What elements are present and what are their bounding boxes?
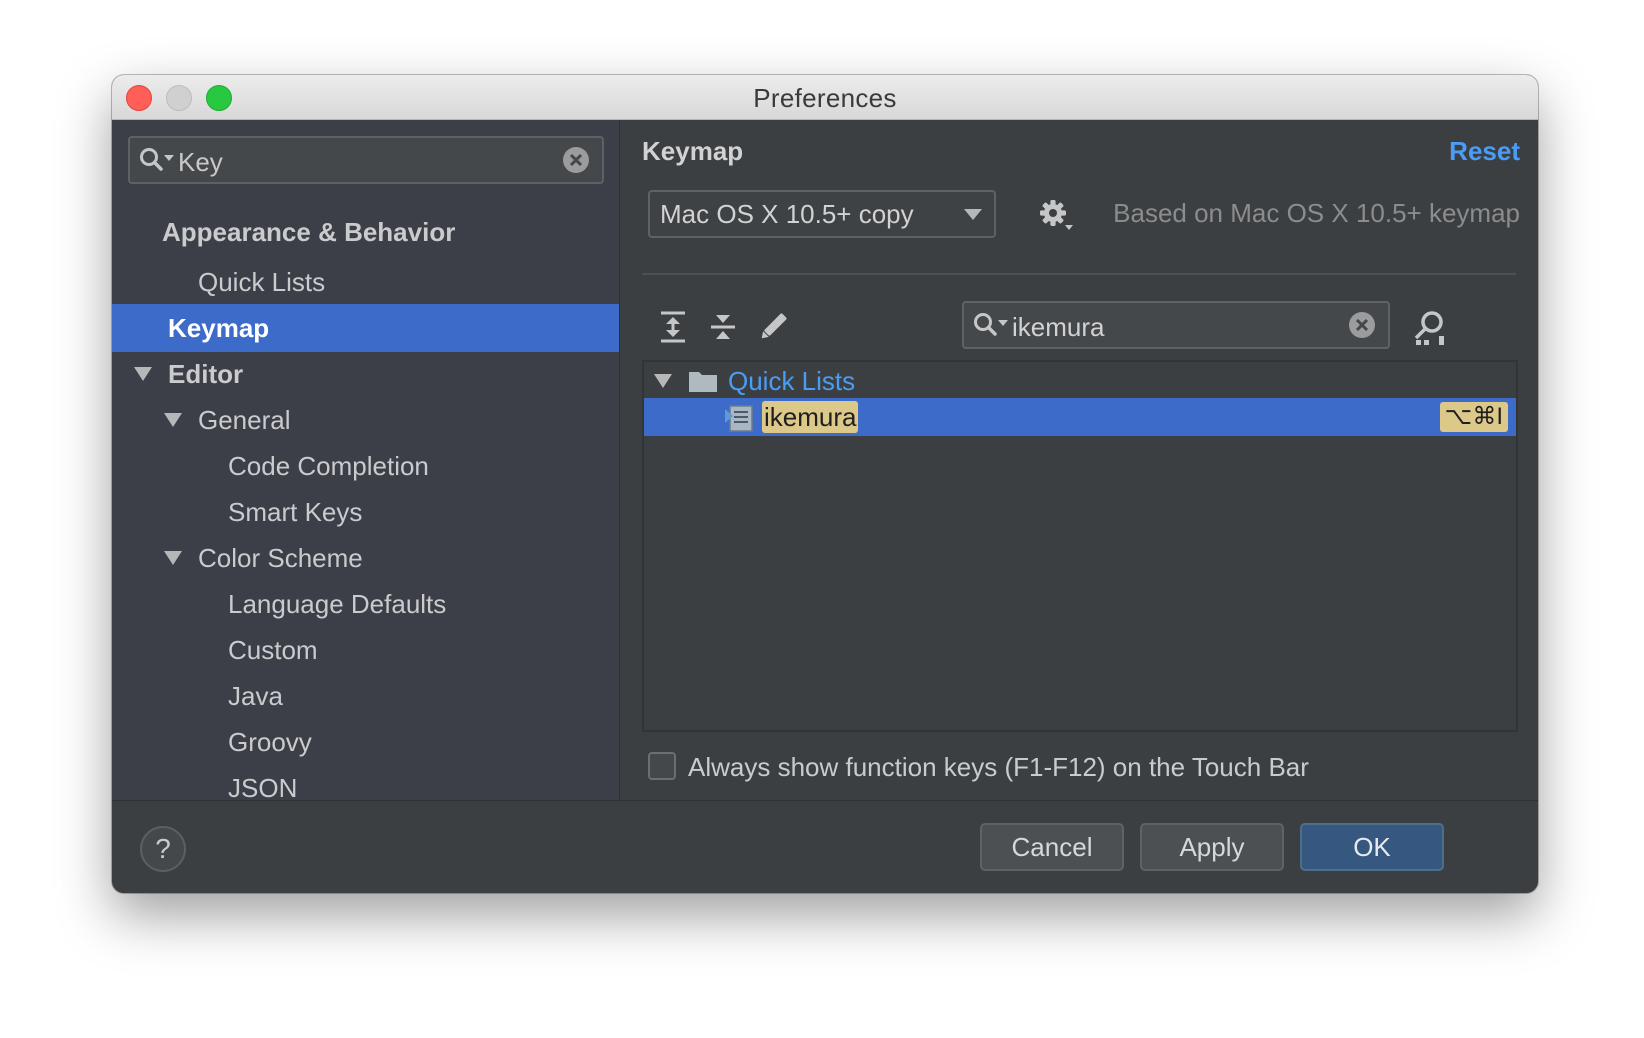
gear-icon[interactable] [1038,198,1074,232]
search-icon[interactable] [138,146,176,174]
nav-code-completion[interactable]: Code Completion [112,442,619,490]
expand-arrow-icon[interactable] [164,551,182,565]
nav-label: Appearance & Behavior [162,217,456,247]
nav-custom[interactable]: Custom [112,626,619,674]
quick-list-icon [725,405,753,432]
expand-arrow-icon[interactable] [164,413,182,427]
nav-java[interactable]: Java [112,672,619,720]
nav-general[interactable]: General [112,396,619,444]
nav-label: Keymap [168,313,270,343]
based-on-text: Based on Mac OS X 10.5+ keymap [1113,198,1520,228]
nav-label: Code Completion [228,451,429,481]
tree-folder-label: Quick Lists [728,366,856,396]
nav-label: Custom [228,635,318,665]
clear-search-icon[interactable] [562,146,590,174]
edit-pencil-icon[interactable] [756,310,790,344]
apply-button[interactable]: Apply [1140,823,1284,871]
nav-appearance-behavior[interactable]: Appearance & Behavior [112,208,619,256]
settings-sidebar: Appearance & Behavior Quick Lists Keymap… [112,120,620,800]
nav-label: JSON [228,773,298,800]
nav-label: Editor [168,359,244,389]
clear-filter-icon[interactable] [1348,311,1376,339]
nav-label: Groovy [228,727,312,757]
nav-editor[interactable]: Editor [112,350,619,398]
expand-arrow-icon[interactable] [134,367,152,381]
nav-label: Language Defaults [228,589,447,619]
title-bar[interactable]: Preferences [112,75,1538,120]
keymap-filter-box[interactable] [962,301,1390,349]
nav-language-defaults[interactable]: Language Defaults [112,580,619,628]
window-title: Preferences [753,83,897,113]
nav-label: Quick Lists [198,267,326,297]
tree-row-ikemura[interactable]: ikemura ⌥⌘I [644,398,1516,436]
keymap-select[interactable]: Mac OS X 10.5+ copy [648,190,996,238]
shortcut-badge: ⌥⌘I [1439,402,1508,432]
nav-label: Java [228,681,283,711]
nav-color-scheme[interactable]: Color Scheme [112,534,619,582]
touchbar-checkbox-label[interactable]: Always show function keys (F1-F12) on th… [688,752,1309,783]
folder-icon [689,372,717,392]
keymap-filter-input[interactable] [1012,312,1332,343]
collapse-all-icon[interactable] [706,310,740,344]
tree-row-quick-lists[interactable]: Quick Lists [644,362,1516,400]
cancel-button[interactable]: Cancel [980,823,1124,871]
nav-label: Color Scheme [198,543,363,573]
reset-link[interactable]: Reset [1449,136,1520,167]
dialog-button-bar: ? Cancel Apply OK [112,800,1538,893]
nav-json[interactable]: JSON [112,764,619,800]
ok-button[interactable]: OK [1300,823,1444,871]
keymap-select-value: Mac OS X 10.5+ copy [660,199,914,229]
touchbar-function-keys-checkbox[interactable] [648,752,676,780]
expand-arrow-icon[interactable] [654,374,672,388]
find-by-shortcut-icon[interactable] [1412,308,1450,346]
keymap-action-tree: Quick Lists ikemura ⌥⌘I [642,360,1518,732]
help-button[interactable]: ? [140,826,186,872]
nav-keymap[interactable]: Keymap [112,304,619,352]
nav-label: General [198,405,291,435]
nav-label: Smart Keys [228,497,363,527]
nav-groovy[interactable]: Groovy [112,718,619,766]
settings-search-box[interactable] [128,136,604,184]
expand-all-icon[interactable] [656,310,690,344]
keymap-panel: Keymap Reset Mac OS X 10.5+ copy Based o… [620,120,1538,800]
nav-smart-keys[interactable]: Smart Keys [112,488,619,536]
nav-quick-lists[interactable]: Quick Lists [112,258,619,306]
preferences-window: Preferences Appearance & Behavior Quick … [112,75,1538,893]
chevron-down-icon [964,209,982,220]
tree-action-label: ikemura [762,401,859,433]
search-icon[interactable] [972,311,1010,339]
divider [642,273,1516,275]
settings-search-input[interactable] [178,147,538,178]
section-title: Keymap [642,136,744,166]
